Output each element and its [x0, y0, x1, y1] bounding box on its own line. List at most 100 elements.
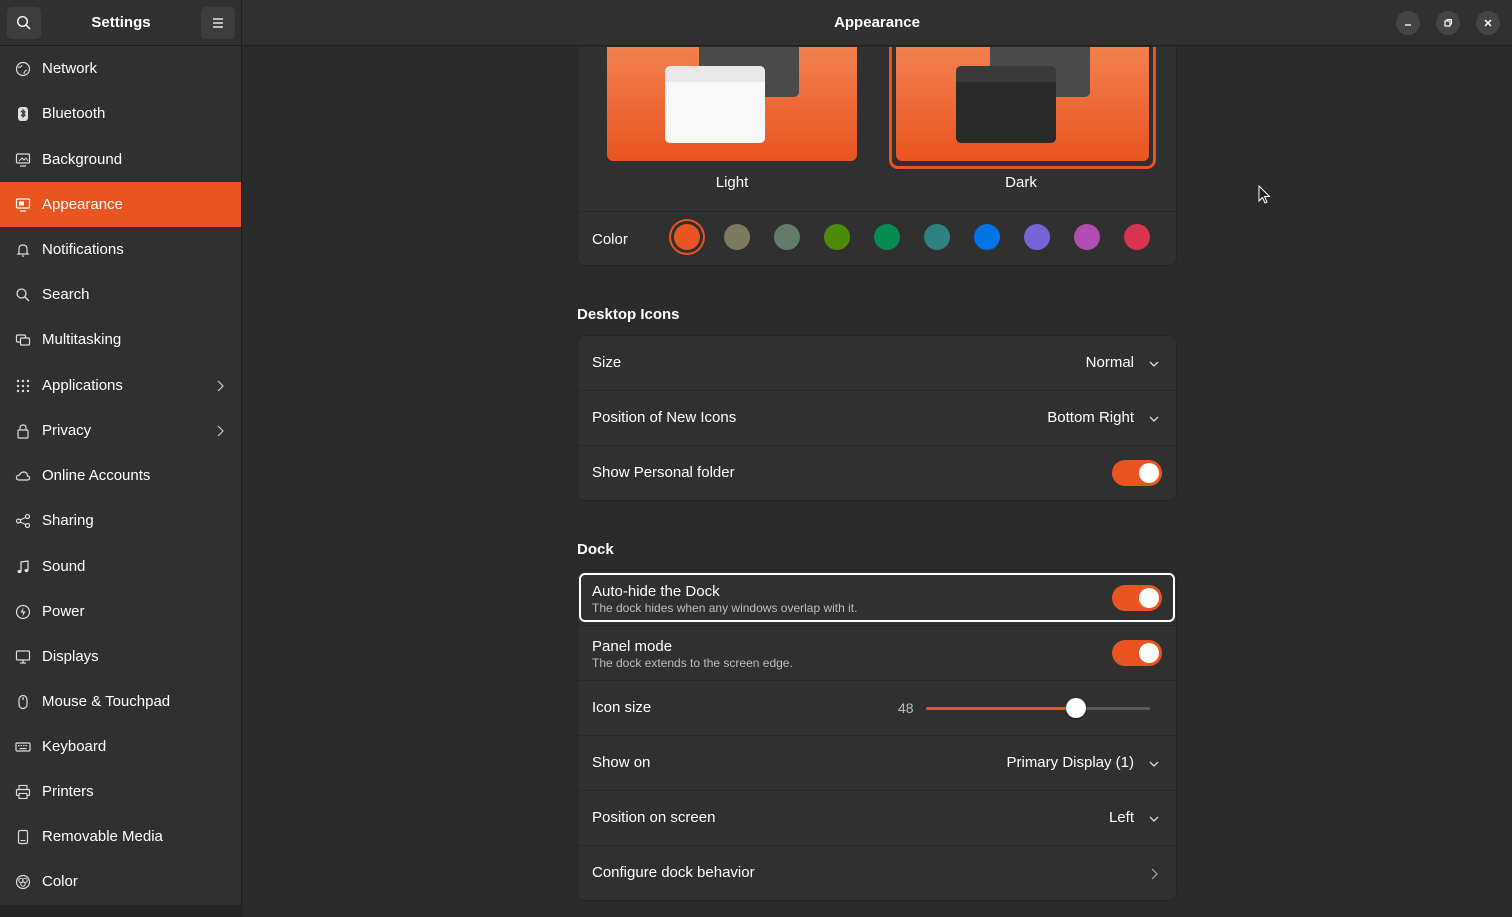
search-button[interactable] [7, 7, 41, 39]
share-icon [14, 512, 31, 529]
sidebar-item-label: Mouse & Touchpad [42, 693, 171, 710]
sidebar-header: Settings [0, 0, 242, 46]
sidebar-item-mouse-touchpad[interactable]: Mouse & Touchpad [0, 679, 241, 724]
main-content: Light Dark Color Desktop Icons Size Norm… [243, 47, 1512, 917]
slider-fill [926, 707, 1076, 710]
color-icon [14, 873, 31, 890]
personal-folder-toggle[interactable] [1112, 460, 1162, 486]
accent-color-swatch[interactable] [1074, 224, 1100, 250]
dark-theme-label: Dark [1005, 174, 1037, 191]
color-label: Color [592, 231, 628, 248]
position-label: Position of New Icons [592, 409, 737, 426]
applications-icon [14, 377, 31, 394]
sidebar-item-label: Network [42, 60, 98, 77]
sidebar-item-label: Color [42, 873, 78, 890]
sidebar-item-label: Bluetooth [42, 105, 106, 122]
accent-color-swatch[interactable] [1024, 224, 1050, 250]
sidebar-item-label: Keyboard [42, 738, 107, 755]
sidebar-item-appearance[interactable]: Appearance [0, 182, 241, 227]
sidebar-item-privacy[interactable]: Privacy [0, 408, 241, 453]
multitasking-icon [14, 331, 31, 348]
restore-button[interactable] [1436, 11, 1460, 35]
configure-dock-label: Configure dock behavior [592, 864, 755, 881]
sidebar-item-online-accounts[interactable]: Online Accounts [0, 453, 241, 498]
chevron-right-icon [217, 425, 224, 436]
sidebar-item-color[interactable]: Color [0, 859, 241, 904]
sidebar-item-applications[interactable]: Applications [0, 363, 241, 408]
panel-mode-description: The dock extends to the screen edge. [592, 656, 793, 670]
style-card: Light Dark Color [577, 47, 1177, 266]
bell-icon [14, 241, 31, 258]
light-theme-label: Light [715, 174, 749, 191]
sidebar-item-bluetooth[interactable]: Bluetooth [0, 91, 241, 136]
cloud-icon [14, 467, 31, 484]
network-icon [14, 60, 31, 77]
icon-size-row[interactable]: Size Normal [578, 336, 1176, 391]
panel-mode-toggle[interactable] [1112, 640, 1162, 666]
bluetooth-icon [14, 105, 31, 122]
sidebar-item-background[interactable]: Background [0, 137, 241, 182]
sidebar-item-label: Power [42, 603, 85, 620]
close-button[interactable] [1476, 11, 1500, 35]
panel-mode-row: Panel mode The dock extends to the scree… [578, 626, 1176, 681]
sidebar-item-label: Displays [42, 648, 99, 665]
show-on-row[interactable]: Show on Primary Display (1) [578, 736, 1176, 791]
size-label: Size [592, 354, 622, 371]
accent-color-swatch[interactable] [774, 224, 800, 250]
restore-icon [1444, 18, 1453, 27]
divider [578, 211, 1176, 212]
slider-handle[interactable] [1066, 698, 1086, 718]
chevron-right-icon [1151, 868, 1158, 880]
icon-size-slider[interactable] [926, 698, 1150, 718]
sidebar-item-search[interactable]: Search [0, 272, 241, 317]
sidebar-item-network[interactable]: Network [0, 46, 241, 91]
toggle-knob [1139, 588, 1159, 608]
dark-theme-thumbnail [896, 47, 1149, 161]
sidebar-item-displays[interactable]: Displays [0, 634, 241, 679]
autohide-toggle[interactable] [1112, 585, 1162, 611]
sidebar-item-printers[interactable]: Printers [0, 769, 241, 814]
personal-folder-label: Show Personal folder [592, 464, 735, 481]
sidebar-item-label: Printers [42, 783, 94, 800]
size-value: Normal [1085, 354, 1134, 371]
show-on-value: Primary Display (1) [1006, 754, 1134, 771]
dock-position-row[interactable]: Position on screen Left [578, 791, 1176, 846]
search-icon [14, 286, 31, 303]
personal-folder-row: Show Personal folder [578, 446, 1176, 501]
chevron-down-icon [1149, 416, 1159, 422]
accent-color-swatch[interactable] [724, 224, 750, 250]
menu-button[interactable] [201, 7, 235, 39]
sidebar-item-sharing[interactable]: Sharing [0, 498, 241, 543]
sidebar-item-sound[interactable]: Sound [0, 544, 241, 589]
music-note-icon [14, 558, 31, 575]
sidebar-item-keyboard[interactable]: Keyboard [0, 724, 241, 769]
chevron-down-icon [1149, 361, 1159, 367]
accent-color-swatch[interactable] [1124, 224, 1150, 250]
accent-color-swatch[interactable] [924, 224, 950, 250]
accent-color-swatch[interactable] [974, 224, 1000, 250]
sidebar-item-label: Background [42, 151, 123, 168]
lock-icon [14, 422, 31, 439]
sidebar-item-multitasking[interactable]: Multitasking [0, 317, 241, 362]
sidebar-item-label: Sound [42, 558, 86, 575]
mouse-icon [14, 693, 31, 710]
minimize-button[interactable] [1396, 11, 1420, 35]
sidebar-item-power[interactable]: Power [0, 589, 241, 634]
new-icons-position-row[interactable]: Position of New Icons Bottom Right [578, 391, 1176, 446]
header-bar: Settings Appearance [0, 0, 1512, 46]
autohide-row: Auto-hide the Dock The dock hides when a… [578, 571, 1176, 626]
chevron-right-icon [217, 380, 224, 391]
dock-position-value: Left [1108, 809, 1134, 826]
accent-color-swatch[interactable] [824, 224, 850, 250]
sidebar-item-notifications[interactable]: Notifications [0, 227, 241, 272]
position-value: Bottom Right [1047, 409, 1134, 426]
configure-dock-row[interactable]: Configure dock behavior [578, 846, 1176, 901]
accent-color-swatch[interactable] [674, 224, 700, 250]
toggle-knob [1139, 643, 1159, 663]
chevron-down-icon [1149, 816, 1159, 822]
accent-color-swatch[interactable] [874, 224, 900, 250]
sidebar-item-removable-media[interactable]: Removable Media [0, 814, 241, 859]
close-icon [1484, 19, 1492, 27]
sidebar-item-label: Sharing [42, 512, 94, 529]
sidebar-item-label: Online Accounts [42, 467, 151, 484]
